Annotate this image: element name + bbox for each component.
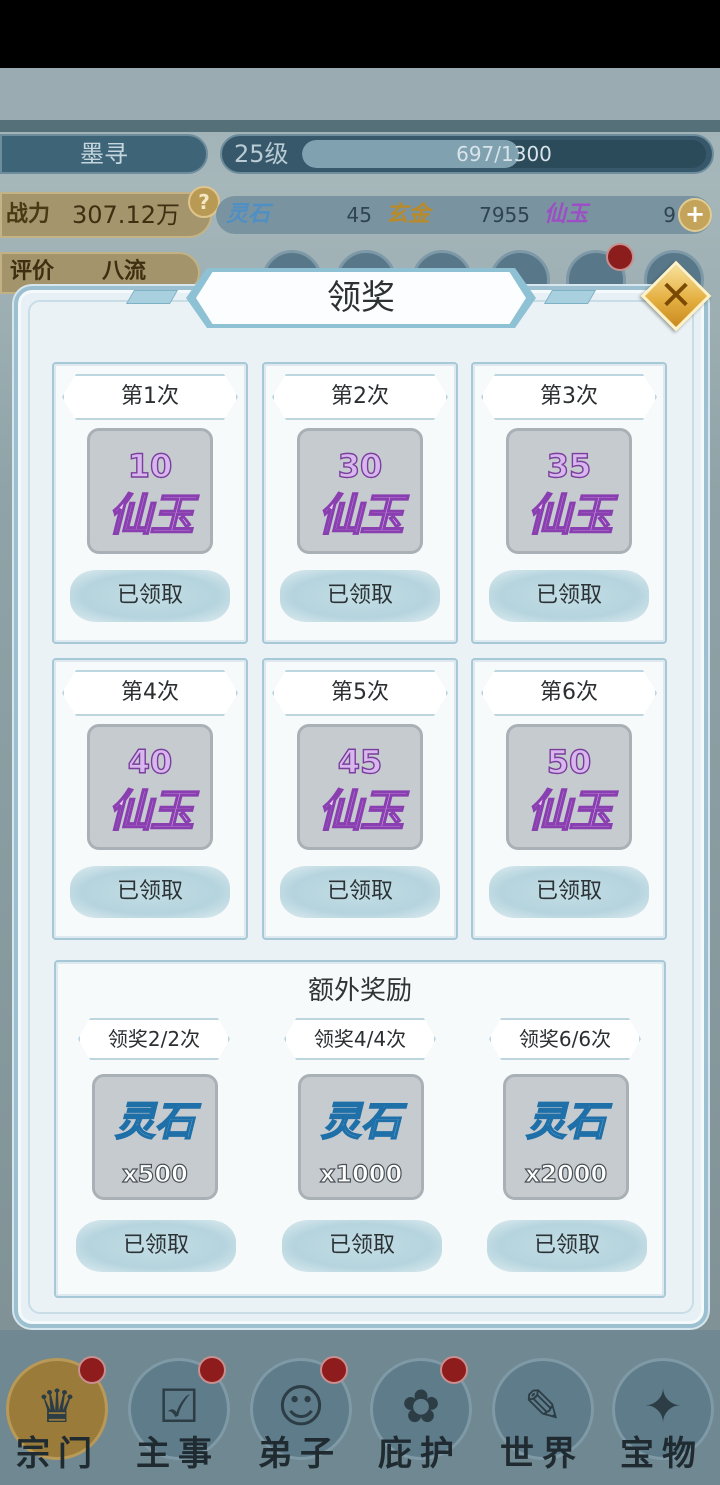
power-value: 307.12万 [72, 201, 180, 229]
nav-badge [320, 1356, 348, 1384]
nav-label-disciples: 弟子 [258, 1434, 342, 1474]
extra-item-quantity: x500 [122, 1159, 189, 1188]
nav-badge [198, 1356, 226, 1384]
reward-tier-label: 第1次 [121, 384, 179, 409]
reward-tier-label: 第2次 [331, 384, 389, 409]
nav-label-tasks: 主事 [136, 1434, 220, 1474]
reward-amount: 35 [546, 446, 592, 485]
nav-label-sect: 宗门 [16, 1434, 100, 1474]
extra-rewards-title: 额外奖励 [307, 976, 412, 1006]
exp-text: 697/1300 [456, 142, 552, 166]
title-ornament [543, 290, 597, 304]
extra-requirement-label: 领奖2/2次 [107, 1027, 201, 1051]
nav-label-treasure: 宝物 [620, 1434, 704, 1474]
fish-icon: ✿ [401, 1379, 441, 1433]
extra-reward-1: 领奖2/2次 灵石 x500 已领取 [76, 1014, 236, 1284]
disciple-icon: ☺ [277, 1379, 325, 1433]
sect-icon: ♛ [36, 1379, 78, 1433]
power-label: 战力 [6, 202, 51, 227]
resource-label-gold: 玄金 [386, 202, 431, 227]
rating-value: 八流 [102, 259, 147, 284]
claimed-label: 已领取 [328, 1233, 395, 1258]
extra-item-name: 灵石 [320, 1097, 402, 1146]
reward-card-2: 第2次 30 仙玉 已领取 [262, 362, 458, 644]
claimed-label: 已领取 [533, 1233, 600, 1258]
reward-amount: 45 [337, 742, 383, 781]
nav-label-shelter: 庇护 [378, 1434, 462, 1474]
background-divider [0, 120, 720, 132]
nav-label-world: 世界 [500, 1434, 584, 1474]
reward-item-name: 仙玉 [526, 785, 614, 838]
player-level: 25级 [234, 140, 289, 168]
resource-value-spirit-stone: 45 [346, 203, 372, 227]
extra-item-quantity: x1000 [319, 1159, 403, 1188]
resource-value-jade: 9 [663, 203, 676, 227]
extra-reward-2: 领奖4/4次 灵石 x1000 已领取 [282, 1014, 442, 1284]
reward-item-name: 仙玉 [317, 785, 405, 838]
reward-amount: 30 [337, 446, 383, 485]
resource-label-jade: 仙玉 [544, 202, 589, 227]
extra-item-name: 灵石 [114, 1097, 196, 1146]
treasure-bag-icon: ✦ [643, 1379, 683, 1433]
reward-card-1: 第1次 10 仙玉 已领取 [52, 362, 248, 644]
reward-tier-label: 第3次 [540, 384, 598, 409]
claimed-label: 已领取 [116, 583, 183, 608]
resource-value-gold: 7955 [479, 203, 530, 227]
title-ornament [125, 290, 179, 304]
player-name: 墨寻 [0, 134, 208, 174]
nav-badge [440, 1356, 468, 1384]
reward-tier-label: 第4次 [121, 680, 179, 705]
status-bar [0, 0, 720, 68]
claimed-label: 已领取 [116, 879, 183, 904]
extra-item-quantity: x2000 [524, 1159, 608, 1188]
reward-tier-label: 第5次 [331, 680, 389, 705]
close-icon: ✕ [659, 273, 693, 319]
rating-label: 评价 [10, 259, 55, 284]
reward-item-name: 仙玉 [526, 489, 614, 542]
claimed-label: 已领取 [326, 583, 393, 608]
reward-item-name: 仙玉 [317, 489, 405, 542]
resource-label-spirit-stone: 灵石 [226, 202, 271, 227]
reward-card-4: 第4次 40 仙玉 已领取 [52, 658, 248, 940]
nav-badge [78, 1356, 106, 1384]
reward-amount: 50 [546, 742, 592, 781]
scroll-icon: ✎ [523, 1379, 563, 1433]
claimed-label: 已领取 [535, 583, 602, 608]
reward-tier-label: 第6次 [540, 680, 598, 705]
reward-item-name: 仙玉 [107, 785, 195, 838]
reward-card-6: 第6次 50 仙玉 已领取 [471, 658, 667, 940]
reward-amount: 10 [127, 446, 173, 485]
claimed-label: 已领取 [122, 1233, 189, 1258]
reward-card-5: 第5次 45 仙玉 已领取 [262, 658, 458, 940]
close-button[interactable]: ✕ [640, 260, 712, 332]
task-check-icon: ☑ [158, 1379, 200, 1433]
reward-item-name: 仙玉 [107, 489, 195, 542]
background-band [0, 68, 720, 120]
reward-amount: 40 [127, 742, 173, 781]
extra-requirement-label: 领奖6/6次 [518, 1027, 612, 1051]
dialog-title: 领奖 [327, 278, 395, 318]
notification-dot [606, 243, 634, 271]
extra-requirement-label: 领奖4/4次 [313, 1027, 407, 1051]
add-currency-icon[interactable]: + [678, 198, 712, 232]
claimed-label: 已领取 [535, 879, 602, 904]
reward-card-3: 第3次 35 仙玉 已领取 [471, 362, 667, 644]
claimed-label: 已领取 [326, 879, 393, 904]
extra-item-name: 灵石 [525, 1097, 607, 1146]
extra-reward-3: 领奖6/6次 灵石 x2000 已领取 [487, 1014, 647, 1284]
